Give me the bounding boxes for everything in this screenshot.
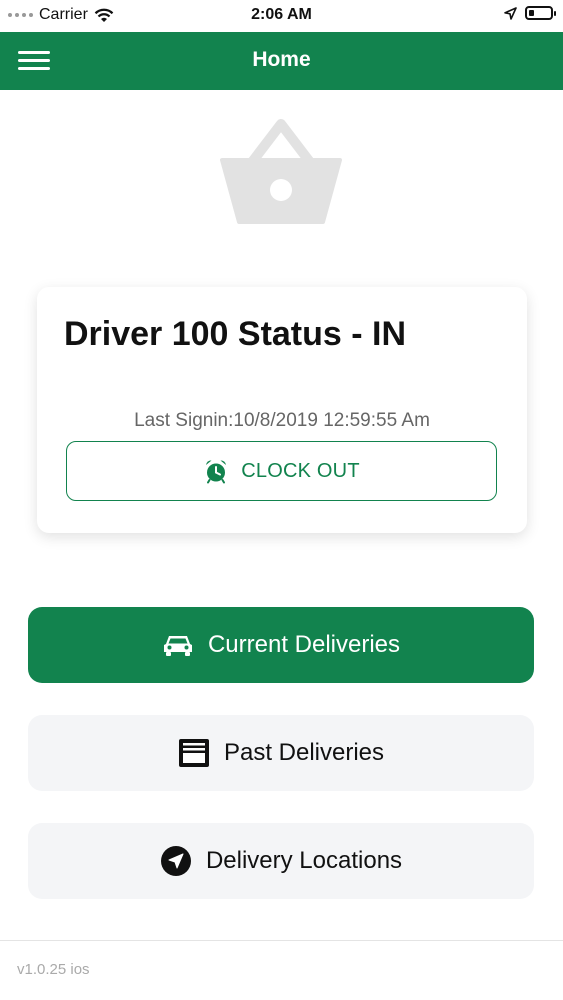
- clock-out-button[interactable]: CLOCK OUT: [66, 441, 497, 501]
- driver-status-card: Driver 100 Status - IN Last Signin:10/8/…: [37, 287, 527, 533]
- past-deliveries-label: Past Deliveries: [223, 739, 385, 766]
- footer-divider: [0, 940, 563, 941]
- location-arrow-icon: [504, 6, 517, 20]
- battery-icon: [525, 6, 556, 20]
- nav-bar: Home: [0, 32, 563, 90]
- clock-out-label: CLOCK OUT: [241, 459, 360, 482]
- status-icons: [504, 6, 556, 20]
- navigation-arrow-icon: [160, 846, 191, 876]
- delivery-locations-label: Delivery Locations: [205, 847, 403, 874]
- past-deliveries-button[interactable]: Past Deliveries: [28, 715, 534, 791]
- basket-icon: [220, 119, 342, 224]
- car-icon: [163, 636, 192, 656]
- clock-time: 2:06 AM: [251, 6, 312, 23]
- delivery-locations-button[interactable]: Delivery Locations: [28, 823, 534, 899]
- alarm-clock-icon: [206, 460, 227, 484]
- app-version: v1.0.25 ios: [17, 961, 90, 978]
- archive-box-icon: [178, 739, 209, 767]
- current-deliveries-button[interactable]: Current Deliveries: [28, 607, 534, 683]
- driver-status-title: Driver 100 Status - IN: [64, 315, 407, 353]
- last-signin-text: Last Signin:10/8/2019 12:59:55 Am: [134, 410, 430, 431]
- status-bar: Carrier 2:06 AM: [0, 0, 563, 32]
- page-title: Home: [252, 48, 311, 71]
- current-deliveries-label: Current Deliveries: [207, 631, 401, 658]
